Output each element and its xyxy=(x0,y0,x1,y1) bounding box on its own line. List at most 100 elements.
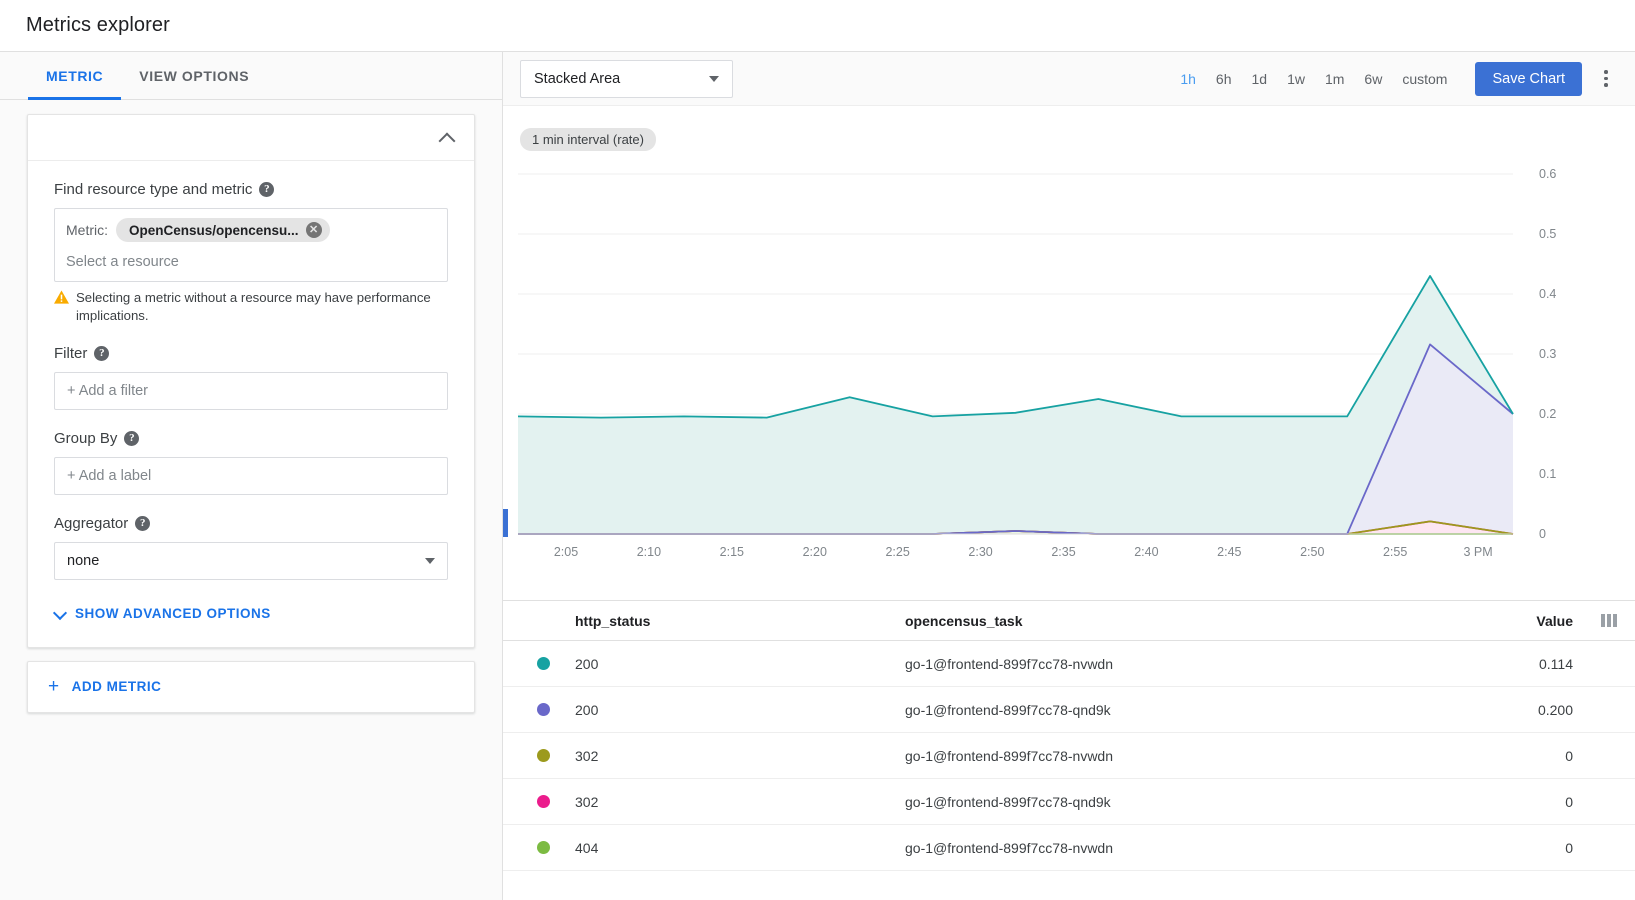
panel-resize-handle[interactable] xyxy=(503,509,508,537)
filter-input[interactable]: + Add a filter xyxy=(54,371,448,410)
cell-value: 0.200 xyxy=(1537,701,1573,718)
metric-card: Find resource type and metric ? Metric: … xyxy=(27,114,475,648)
add-metric-label: ADD METRIC xyxy=(71,679,162,695)
time-range-6h[interactable]: 6h xyxy=(1206,71,1242,87)
filter-placeholder: + Add a filter xyxy=(67,382,149,399)
x-axis-tick-label: 2:40 xyxy=(1134,545,1158,559)
show-advanced-options-button[interactable]: SHOW ADVANCED OPTIONS xyxy=(54,606,448,621)
cell-http-status: 302 xyxy=(575,747,599,764)
y-axis-tick-label: 0 xyxy=(1539,527,1546,541)
page-title: Metrics explorer xyxy=(26,14,170,36)
cell-opencensus-task: go-1@frontend-899f7cc78-nvwdn xyxy=(905,839,1114,856)
y-axis-tick-label: 0.3 xyxy=(1539,347,1556,361)
save-chart-button[interactable]: Save Chart xyxy=(1475,61,1582,96)
table-row[interactable]: 302 go-1@frontend-899f7cc78-nvwdn 0 xyxy=(503,733,1635,779)
series-color-swatch xyxy=(520,841,575,854)
kebab-dot xyxy=(1604,70,1608,74)
chart-area: 1 min interval (rate) 0 0.1 0.2 0.3 0.4 0.5 0.… xyxy=(503,106,1635,600)
cell-value: 0.114 xyxy=(1539,655,1573,672)
x-axis-tick-label: 2:20 xyxy=(803,545,827,559)
help-icon-filter[interactable]: ? xyxy=(94,345,110,361)
cell-opencensus-task: go-1@frontend-899f7cc78-nvwdn xyxy=(905,747,1114,764)
columns-settings-button[interactable] xyxy=(1583,614,1635,627)
close-icon[interactable]: ✕ xyxy=(305,222,322,238)
time-range-1h[interactable]: 1h xyxy=(1170,71,1206,87)
metric-warning-text: Selecting a metric without a resource ma… xyxy=(76,290,431,323)
stacked-area-chart[interactable]: 0 0.1 0.2 0.3 0.4 0.5 0.6 2:05 2:10 2:15 2:20 2:25 2… xyxy=(518,164,1635,584)
more-options-icon[interactable] xyxy=(1589,62,1623,96)
chart-toolbar: Stacked Area 1h 6h 1d 1w 1m 6w custom Sa… xyxy=(503,52,1635,106)
series-color-swatch xyxy=(520,795,575,808)
table-row[interactable]: 200 go-1@frontend-899f7cc78-qnd9k 0.200 xyxy=(503,687,1635,733)
metric-selector-box[interactable]: Metric: OpenCensus/opencensu... ✕ Select… xyxy=(54,208,448,282)
chevron-down-icon[interactable] xyxy=(425,557,435,564)
tab-view-options-label: VIEW OPTIONS xyxy=(139,68,250,84)
find-metric-label: Find resource type and metric xyxy=(54,181,253,198)
help-icon-groupby[interactable]: ? xyxy=(124,430,140,446)
time-range-1d[interactable]: 1d xyxy=(1241,71,1277,87)
x-axis-tick-label: 2:10 xyxy=(637,545,661,559)
metric-card-body: Find resource type and metric ? Metric: … xyxy=(28,161,474,647)
tab-view-options[interactable]: VIEW OPTIONS xyxy=(121,52,267,100)
x-axis-tick-label: 2:45 xyxy=(1217,545,1241,559)
metric-chip[interactable]: OpenCensus/opencensu... ✕ xyxy=(116,218,330,242)
aggregator-select[interactable]: none xyxy=(54,541,448,580)
table-row[interactable]: 404 go-1@frontend-899f7cc78-nvwdn 0 xyxy=(503,825,1635,871)
color-dot-icon xyxy=(537,703,550,716)
tab-metric[interactable]: METRIC xyxy=(28,52,122,100)
table-row[interactable]: 200 go-1@frontend-899f7cc78-nvwdn 0.114 xyxy=(503,641,1635,687)
time-range-custom[interactable]: custom xyxy=(1392,71,1457,87)
cell-http-status: 404 xyxy=(575,839,599,856)
metrics-explorer-page: Metrics explorer METRIC VIEW OPTIONS Fin… xyxy=(0,0,1635,900)
help-icon-aggregator[interactable]: ? xyxy=(135,515,151,531)
cell-opencensus-task: go-1@frontend-899f7cc78-qnd9k xyxy=(905,701,1111,718)
filter-block: Filter ? + Add a filter xyxy=(54,345,448,410)
x-axis-tick-label: 2:15 xyxy=(720,545,744,559)
cell-opencensus-task: go-1@frontend-899f7cc78-nvwdn xyxy=(905,655,1114,672)
help-icon-find-metric[interactable]: ? xyxy=(259,182,275,197)
chevron-down-icon-chart-type[interactable] xyxy=(709,75,719,82)
color-dot-icon xyxy=(537,841,550,854)
cell-http-status: 200 xyxy=(575,655,599,672)
table-row[interactable]: 302 go-1@frontend-899f7cc78-qnd9k 0 xyxy=(503,779,1635,825)
y-axis-tick-label: 0.5 xyxy=(1539,227,1556,241)
table-header-row: http_status opencensus_task Value xyxy=(503,601,1635,641)
chart-type-value: Stacked Area xyxy=(534,70,621,87)
y-axis-tick-label: 0.6 xyxy=(1539,167,1556,181)
chart-panel: Stacked Area 1h 6h 1d 1w 1m 6w custom Sa… xyxy=(503,52,1635,900)
time-range-1w[interactable]: 1w xyxy=(1277,71,1315,87)
x-axis-tick-label: 2:25 xyxy=(885,545,909,559)
header-http-status: http_status xyxy=(575,612,651,629)
plus-icon: + xyxy=(48,676,60,698)
resource-select-placeholder[interactable]: Select a resource xyxy=(66,254,436,270)
header-opencensus-task: opencensus_task xyxy=(905,612,1023,629)
config-tabs: METRIC VIEW OPTIONS xyxy=(0,52,502,100)
cell-http-status: 200 xyxy=(575,701,599,718)
series-color-swatch xyxy=(520,657,575,670)
groupby-placeholder: + Add a label xyxy=(67,467,152,484)
table-body: 200 go-1@frontend-899f7cc78-nvwdn 0.114 200… xyxy=(503,641,1635,871)
metric-card-collapse-header[interactable] xyxy=(28,115,474,161)
series-color-swatch xyxy=(520,703,575,716)
y-axis-tick-label: 0.1 xyxy=(1539,467,1556,481)
groupby-label: Group By xyxy=(54,429,118,447)
y-axis-tick-label: 0.2 xyxy=(1539,407,1556,421)
add-metric-button[interactable]: + ADD METRIC xyxy=(27,660,475,713)
groupby-input[interactable]: + Add a label xyxy=(54,456,448,495)
chevron-down-icon-advanced xyxy=(54,607,66,619)
warning-triangle-icon xyxy=(54,290,69,325)
filter-label: Filter xyxy=(54,344,88,362)
time-range-6w[interactable]: 6w xyxy=(1354,71,1392,87)
groupby-block: Group By ? + Add a label xyxy=(54,430,448,495)
chart-type-select[interactable]: Stacked Area xyxy=(520,59,733,98)
kebab-dot xyxy=(1604,76,1608,81)
kebab-dot xyxy=(1604,83,1608,87)
series-color-swatch xyxy=(520,749,575,762)
show-advanced-options-label: SHOW ADVANCED OPTIONS xyxy=(75,605,271,621)
left-config-panel: METRIC VIEW OPTIONS Find resource type a… xyxy=(0,52,503,900)
cell-opencensus-task: go-1@frontend-899f7cc78-qnd9k xyxy=(905,793,1111,810)
aggregator-value: none xyxy=(67,552,100,569)
time-range-1m[interactable]: 1m xyxy=(1315,71,1354,87)
x-axis-tick-label: 3 PM xyxy=(1463,545,1492,559)
chevron-up-icon[interactable] xyxy=(439,129,456,146)
